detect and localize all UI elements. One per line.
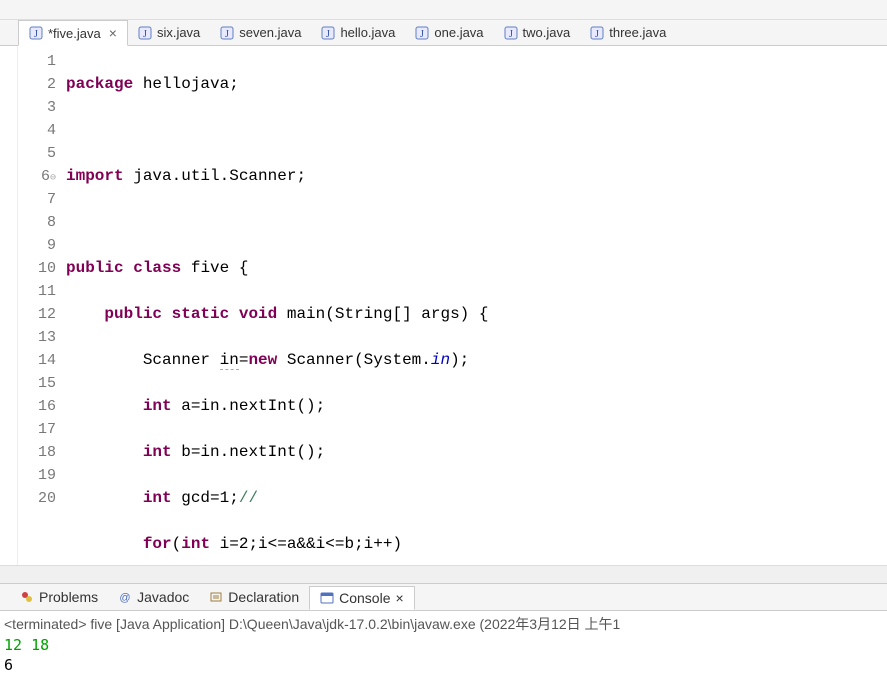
tab-label: Problems [39, 589, 98, 605]
tab-label: Console [339, 590, 390, 606]
tab-label: one.java [434, 25, 483, 40]
code-editor[interactable]: 1 2 3 4 5 6⊖ 7 8 9 10 11 12 13 14 15 16 … [0, 46, 887, 565]
line-number: 19 [18, 464, 56, 487]
tab-hello-java[interactable]: J hello.java [311, 20, 405, 46]
svg-text:J: J [34, 29, 38, 40]
svg-text:J: J [420, 29, 424, 40]
line-number: 14 [18, 349, 56, 372]
code-line [66, 119, 887, 142]
java-file-icon: J [321, 26, 335, 40]
tab-javadoc[interactable]: @ Javadoc [108, 586, 199, 608]
java-file-icon: J [29, 26, 43, 40]
bottom-tab-bar: Problems @ Javadoc Declaration Console × [0, 583, 887, 611]
code-line: int gcd=1;// [66, 487, 887, 510]
svg-text:J: J [225, 29, 229, 40]
javadoc-icon: @ [118, 590, 132, 604]
line-number: 20 [18, 487, 56, 510]
console-status: <terminated> five [Java Application] D:\… [4, 613, 883, 635]
line-number: 13 [18, 326, 56, 349]
tab-one-java[interactable]: J one.java [405, 20, 493, 46]
line-number: 2 [18, 73, 56, 96]
code-line: public static void main(String[] args) { [66, 303, 887, 326]
console-output[interactable]: 12 18 6 [4, 635, 883, 675]
code-line: for(int i=2;i<=a&&i<=b;i++) [66, 533, 887, 556]
console-icon [320, 591, 334, 605]
tab-console[interactable]: Console × [309, 586, 415, 610]
tab-two-java[interactable]: J two.java [494, 20, 581, 46]
tab-declaration[interactable]: Declaration [199, 586, 309, 608]
line-number: 3 [18, 96, 56, 119]
console-stdout: 6 [4, 656, 13, 674]
tab-label: six.java [157, 25, 200, 40]
tab-label: Declaration [228, 589, 299, 605]
tab-seven-java[interactable]: J seven.java [210, 20, 311, 46]
svg-text:J: J [327, 29, 331, 40]
line-number: 18 [18, 441, 56, 464]
code-line: public class five { [66, 257, 887, 280]
java-file-icon: J [504, 26, 518, 40]
line-number: 5 [18, 142, 56, 165]
tab-label: seven.java [239, 25, 301, 40]
marker-bar [0, 46, 18, 565]
code-line [66, 211, 887, 234]
editor-tab-bar: J *five.java × J six.java J seven.java J… [0, 20, 887, 46]
tab-six-java[interactable]: J six.java [128, 20, 210, 46]
java-file-icon: J [590, 26, 604, 40]
close-icon[interactable]: × [396, 590, 404, 606]
code-line: package hellojava; [66, 73, 887, 96]
tab-three-java[interactable]: J three.java [580, 20, 676, 46]
line-number: 16 [18, 395, 56, 418]
horizontal-scrollbar[interactable] [0, 565, 887, 583]
svg-text:J: J [509, 29, 513, 40]
line-number-gutter: 1 2 3 4 5 6⊖ 7 8 9 10 11 12 13 14 15 16 … [18, 46, 62, 565]
java-file-icon: J [415, 26, 429, 40]
line-number: 8 [18, 211, 56, 234]
java-file-icon: J [138, 26, 152, 40]
code-line: int a=in.nextInt(); [66, 395, 887, 418]
code-line: import java.util.Scanner; [66, 165, 887, 188]
line-number: 6⊖ [18, 165, 56, 188]
svg-text:J: J [143, 29, 147, 40]
line-number: 17 [18, 418, 56, 441]
line-number: 4 [18, 119, 56, 142]
line-number: 15 [18, 372, 56, 395]
java-file-icon: J [220, 26, 234, 40]
line-number: 1 [18, 50, 56, 73]
tab-label: *five.java [48, 26, 101, 41]
svg-text:@: @ [120, 592, 131, 604]
tab-label: two.java [523, 25, 571, 40]
tab-label: hello.java [340, 25, 395, 40]
line-number: 9 [18, 234, 56, 257]
line-number: 12 [18, 303, 56, 326]
code-content[interactable]: package hellojava; import java.util.Scan… [62, 46, 887, 565]
tab-problems[interactable]: Problems [10, 586, 108, 608]
toolbar-strip [0, 0, 887, 20]
declaration-icon [209, 590, 223, 604]
problems-icon [20, 590, 34, 604]
svg-text:J: J [595, 29, 599, 40]
tab-label: three.java [609, 25, 666, 40]
console-panel: <terminated> five [Java Application] D:\… [0, 611, 887, 677]
line-number: 10 [18, 257, 56, 280]
tab-label: Javadoc [137, 589, 189, 605]
line-number: 7 [18, 188, 56, 211]
console-stdin: 12 18 [4, 636, 49, 654]
tab-five-java[interactable]: J *five.java × [18, 20, 128, 46]
code-line: int b=in.nextInt(); [66, 441, 887, 464]
close-icon[interactable]: × [109, 25, 117, 41]
line-number: 11 [18, 280, 56, 303]
code-line: Scanner in=new Scanner(System.in); [66, 349, 887, 372]
